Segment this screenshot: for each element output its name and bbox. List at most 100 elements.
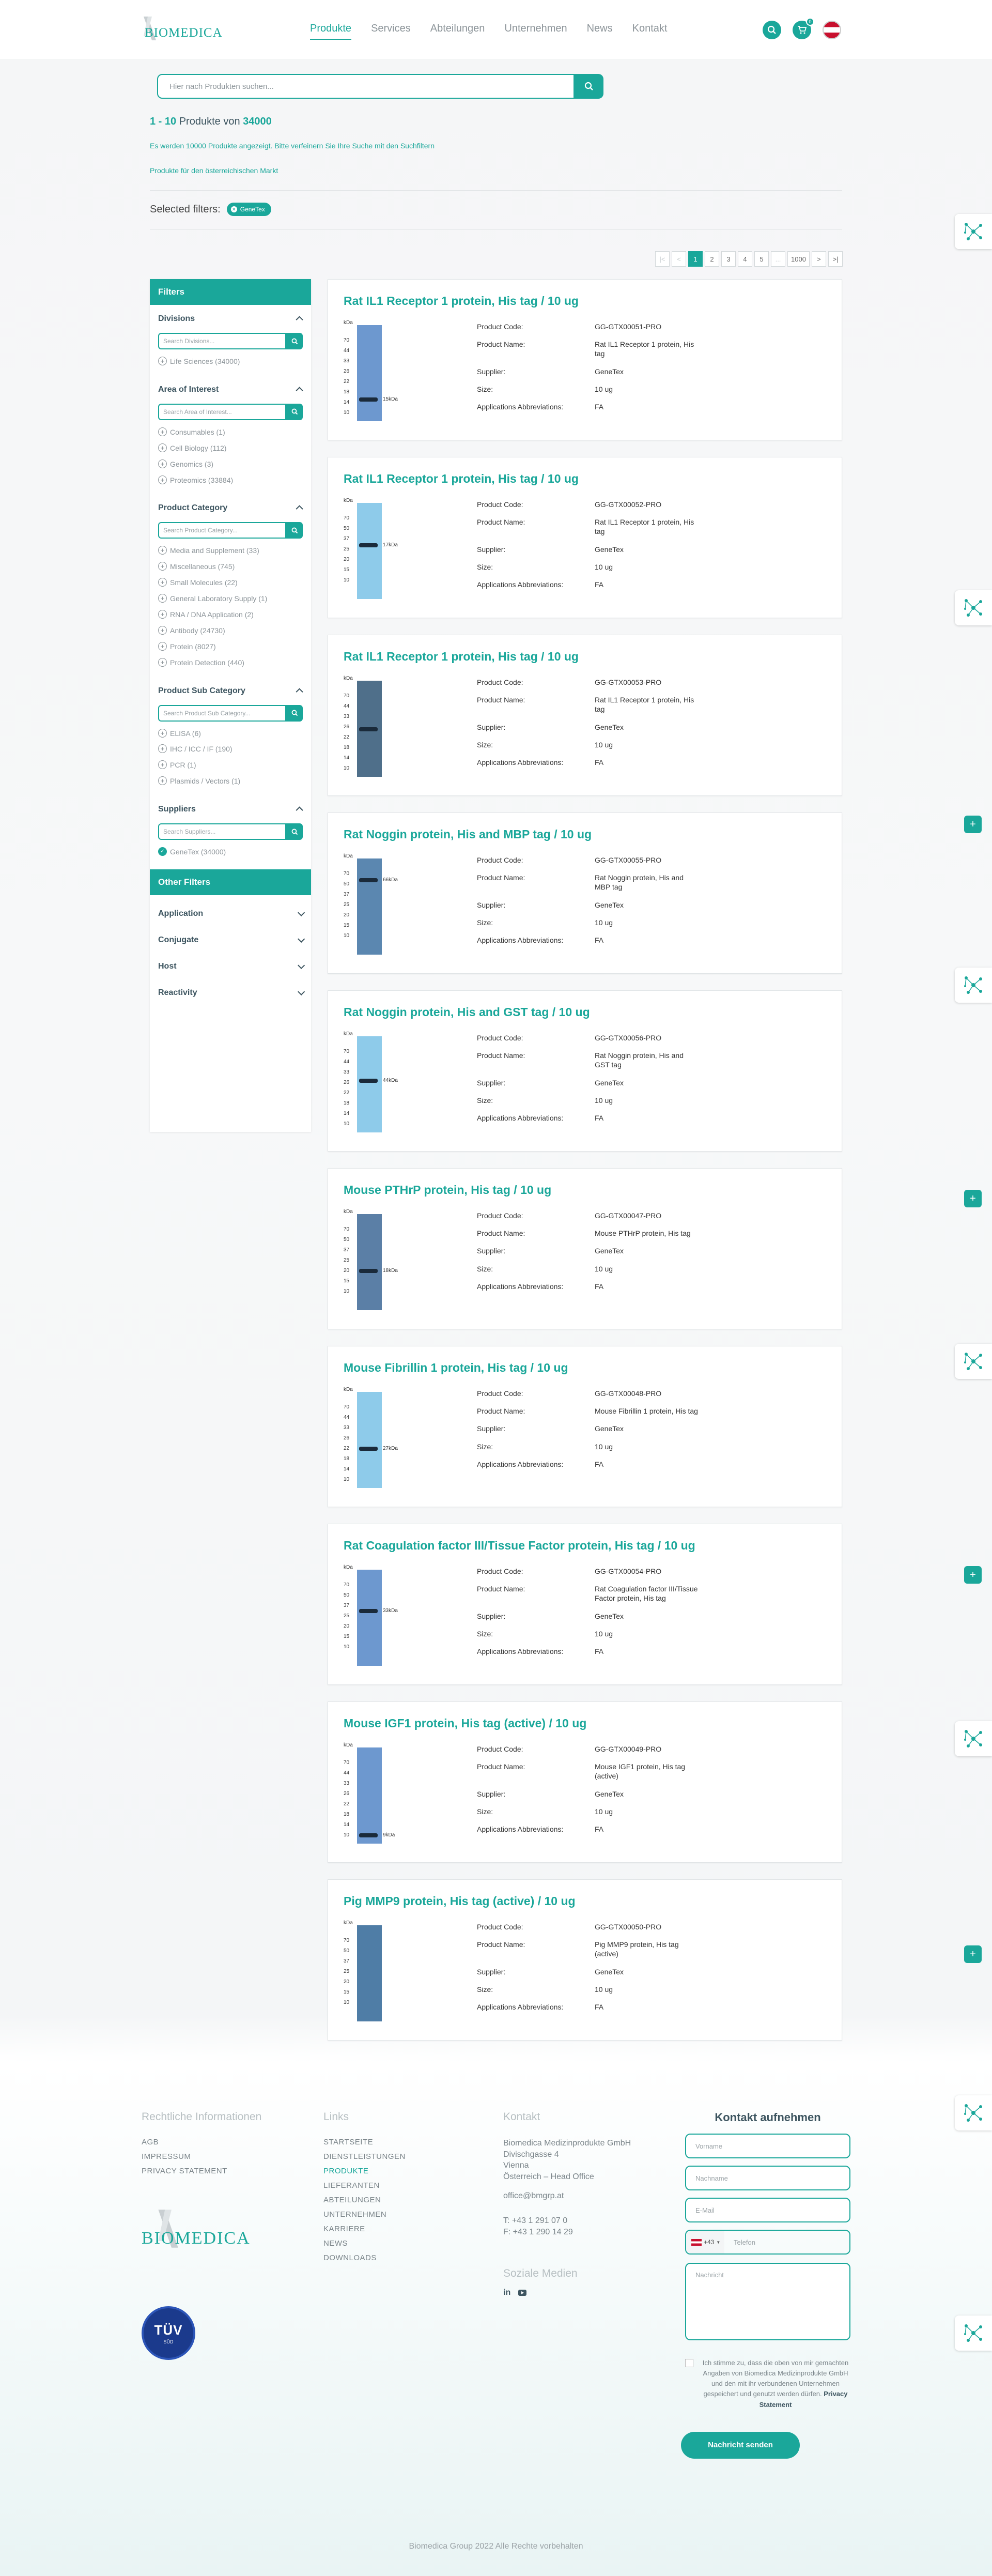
footer-link-produkte[interactable]: PRODUKTE [323, 2167, 406, 2175]
category-search-button[interactable] [286, 522, 303, 539]
footer-link-unternehmen[interactable]: UNTERNEHMEN [323, 2210, 406, 2219]
molecule-widget-button[interactable] [955, 590, 992, 625]
filter-option[interactable]: + Plasmids / Vectors (1) [158, 776, 303, 786]
consent-checkbox[interactable] [685, 2359, 693, 2367]
filter-option-selected[interactable]: ✓ GeneTex (34000) [158, 847, 303, 857]
pagination-first[interactable]: |< [655, 251, 670, 267]
product-title[interactable]: Rat Coagulation factor III/Tissue Factor… [344, 1539, 695, 1553]
filter-option[interactable]: + Antibody (24730) [158, 625, 303, 636]
product-title[interactable]: Rat Noggin protein, His and MBP tag / 10… [344, 827, 592, 841]
product-title[interactable]: Mouse IGF1 protein, His tag (active) / 1… [344, 1716, 586, 1730]
footer-link-startseite[interactable]: STARTSEITE [323, 2138, 406, 2146]
footer-link-impressum[interactable]: IMPRESSUM [142, 2152, 261, 2161]
product-title[interactable]: Rat Noggin protein, His and GST tag / 10… [344, 1005, 590, 1019]
filter-option[interactable]: + Protein Detection (440) [158, 657, 303, 668]
footer-link-dienstleistungen[interactable]: DIENSTLEISTUNGEN [323, 2152, 406, 2161]
divisions-search-button[interactable] [286, 333, 303, 349]
product-card[interactable]: Rat Coagulation factor III/Tissue Factor… [328, 1524, 842, 1685]
austria-flag-icon[interactable] [823, 21, 841, 39]
firstname-field[interactable] [685, 2134, 850, 2158]
pagination-next[interactable]: > [811, 251, 826, 267]
product-title[interactable]: Rat IL1 Receptor 1 protein, His tag / 10… [344, 650, 579, 664]
product-search-input[interactable] [157, 74, 575, 99]
filter-host-toggle[interactable]: Host [158, 953, 305, 979]
filter-option[interactable]: + Protein (8027) [158, 641, 303, 652]
category-search-input[interactable] [158, 522, 286, 539]
molecule-widget-button[interactable] [955, 2095, 992, 2130]
product-card[interactable]: Rat IL1 Receptor 1 protein, His tag / 10… [328, 635, 842, 796]
product-title[interactable]: Pig MMP9 protein, His tag (active) / 10 … [344, 1894, 576, 1908]
footer-link-karriere[interactable]: KARRIERE [323, 2225, 406, 2233]
pagination-page-2[interactable]: 2 [705, 251, 719, 267]
subcategory-search-button[interactable] [286, 704, 303, 722]
filter-reactivity-toggle[interactable]: Reactivity [158, 979, 305, 1006]
lastname-field[interactable] [685, 2166, 850, 2190]
footer-link-privacy[interactable]: PRIVACY STATEMENT [142, 2167, 261, 2175]
nav-unternehmen[interactable]: Unternehmen [504, 23, 567, 40]
subcategory-search-input[interactable] [158, 704, 286, 722]
product-title[interactable]: Mouse PTHrP protein, His tag / 10 ug [344, 1183, 551, 1197]
product-card[interactable]: Mouse Fibrillin 1 protein, His tag / 10 … [328, 1346, 842, 1507]
product-card[interactable]: Rat IL1 Receptor 1 protein, His tag / 10… [328, 457, 842, 618]
plus-icon[interactable]: + [964, 1566, 982, 1584]
filter-option[interactable]: + Consumables (1) [158, 427, 303, 437]
country-code-select[interactable]: +43 ▼ [686, 2231, 724, 2253]
area-search-input[interactable] [158, 403, 286, 420]
footer-link-lieferanten[interactable]: LIEFERANTEN [323, 2181, 406, 2190]
product-title[interactable]: Mouse Fibrillin 1 protein, His tag / 10 … [344, 1361, 568, 1375]
molecule-widget-button[interactable] [955, 214, 992, 249]
product-card[interactable]: Mouse PTHrP protein, His tag / 10 ug kDa 7… [328, 1168, 842, 1329]
pagination-page-4[interactable]: 4 [738, 251, 752, 267]
product-title[interactable]: Rat IL1 Receptor 1 protein, His tag / 10… [344, 472, 579, 486]
filter-option[interactable]: + ELISA (6) [158, 728, 303, 739]
product-card[interactable]: Pig MMP9 protein, His tag (active) / 10 … [328, 1879, 842, 2041]
filter-chip-genetex[interactable]: ✕ GeneTex [226, 203, 271, 216]
molecule-widget-button[interactable] [955, 1344, 992, 1379]
nav-kontakt[interactable]: Kontakt [632, 23, 668, 40]
email-field[interactable] [685, 2198, 850, 2222]
product-card[interactable]: Mouse IGF1 protein, His tag (active) / 1… [328, 1701, 842, 1863]
filter-option[interactable]: + IHC / ICC / IF (190) [158, 744, 303, 754]
filter-application-toggle[interactable]: Application [158, 900, 305, 927]
filter-divisions-toggle[interactable]: Divisions [158, 314, 303, 324]
plus-icon[interactable]: + [964, 1945, 982, 1963]
footer-biomedica-logo[interactable]: BIOMEDICA [142, 2210, 250, 2255]
filter-subcategory-toggle[interactable]: Product Sub Category [158, 686, 303, 696]
suppliers-search-input[interactable] [158, 823, 286, 840]
pagination-page-3[interactable]: 3 [721, 251, 736, 267]
biomedica-logo[interactable]: BIOMEDICA [141, 16, 222, 44]
footer-email[interactable]: office@bmgrp.at [503, 2190, 631, 2202]
footer-phone[interactable]: T: +43 1 291 07 0 [503, 2215, 631, 2227]
area-search-button[interactable] [286, 403, 303, 420]
molecule-widget-button[interactable] [955, 968, 992, 1003]
molecule-widget-button[interactable] [955, 1721, 992, 1756]
submit-button[interactable]: Nachricht senden [681, 2431, 800, 2459]
product-card[interactable]: Rat Noggin protein, His and GST tag / 10… [328, 990, 842, 1152]
pagination-prev[interactable]: < [672, 251, 686, 267]
filter-option[interactable]: + RNA / DNA Application (2) [158, 610, 303, 620]
product-card[interactable]: Rat IL1 Receptor 1 protein, His tag / 10… [328, 279, 842, 440]
nav-services[interactable]: Services [371, 23, 411, 40]
message-field[interactable] [685, 2263, 850, 2340]
pagination-page-5[interactable]: 5 [754, 251, 769, 267]
molecule-widget-button[interactable] [955, 2316, 992, 2351]
search-button[interactable] [575, 74, 603, 99]
filter-area-toggle[interactable]: Area of Interest [158, 385, 303, 394]
product-title[interactable]: Rat IL1 Receptor 1 protein, His tag / 10… [344, 294, 579, 308]
search-icon[interactable] [763, 21, 781, 39]
filter-option[interactable]: + Genomics (3) [158, 459, 303, 469]
nav-produkte[interactable]: Produkte [310, 23, 352, 40]
filter-option[interactable]: + Miscellaneous (745) [158, 562, 303, 572]
cart-icon[interactable]: 0 [793, 18, 814, 39]
filter-option[interactable]: + Cell Biology (112) [158, 443, 303, 453]
filter-option[interactable]: + PCR (1) [158, 760, 303, 770]
divisions-search-input[interactable] [158, 333, 286, 349]
filter-option[interactable]: + Small Molecules (22) [158, 578, 303, 588]
filter-suppliers-toggle[interactable]: Suppliers [158, 805, 303, 814]
linkedin-icon[interactable]: in [503, 2288, 510, 2297]
suppliers-search-button[interactable] [286, 823, 303, 840]
footer-link-downloads[interactable]: DOWNLOADS [323, 2253, 406, 2262]
filter-option[interactable]: + Proteomics (33884) [158, 475, 303, 485]
youtube-icon[interactable] [518, 2288, 527, 2297]
filter-option[interactable]: + Media and Supplement (33) [158, 546, 303, 556]
